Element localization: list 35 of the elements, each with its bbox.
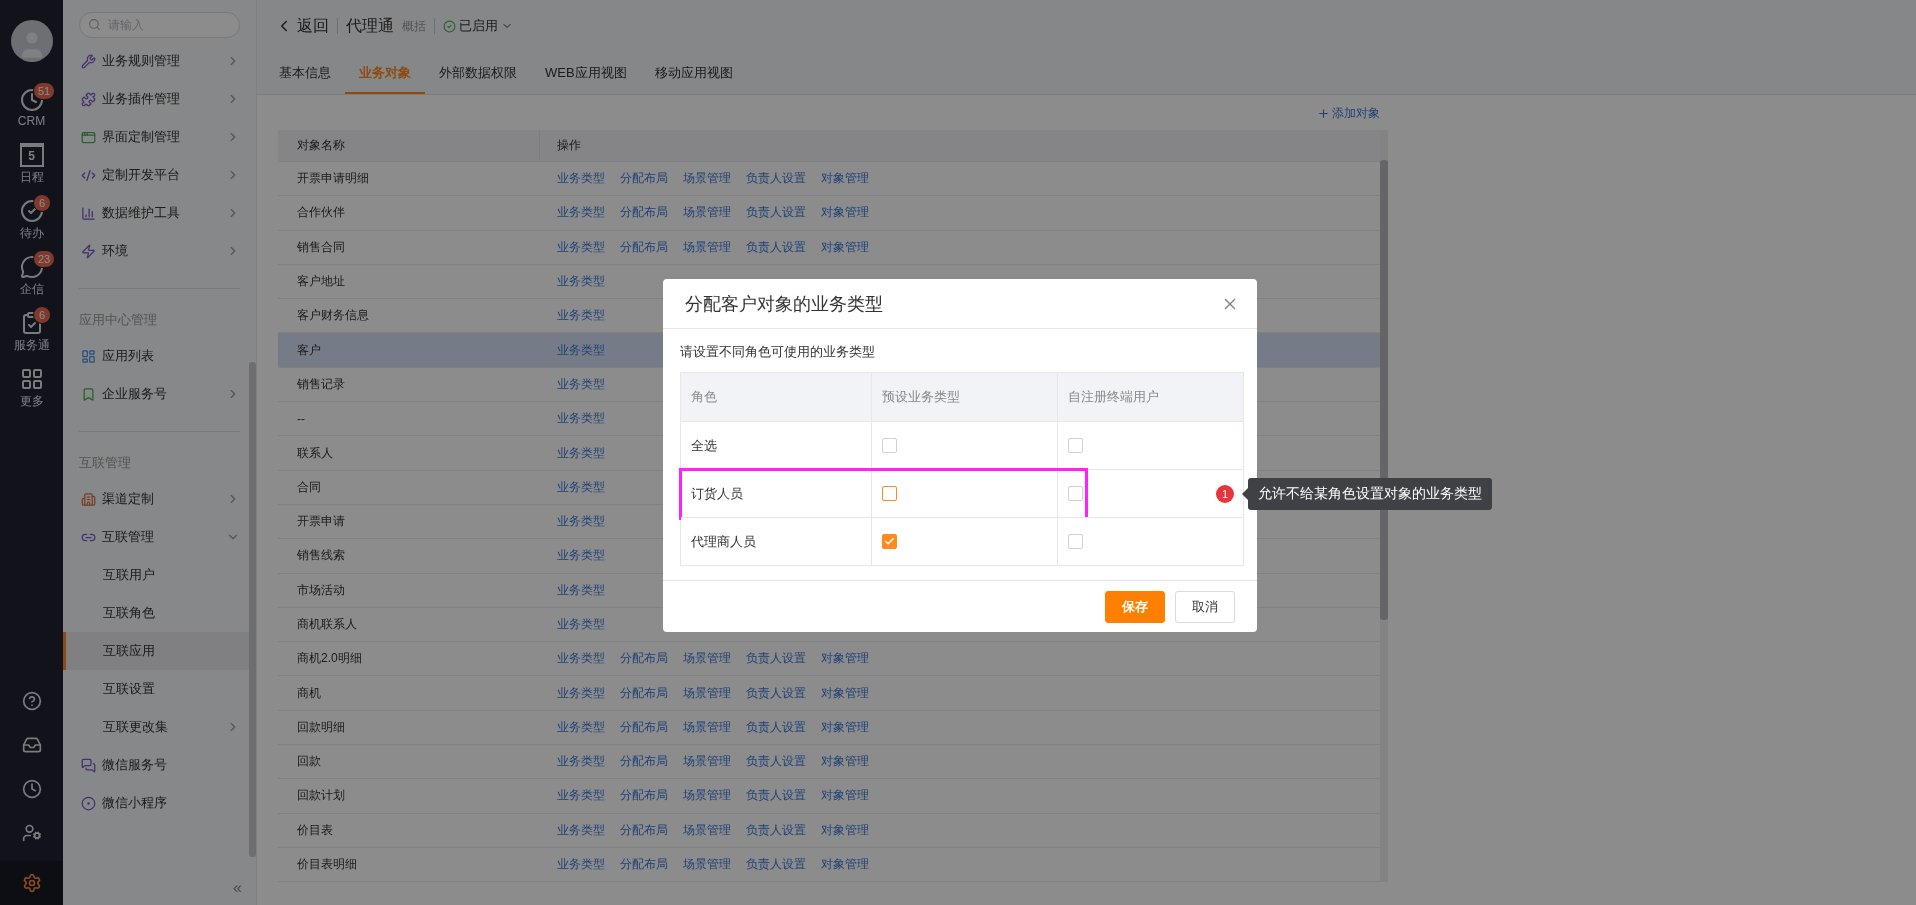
- table-cell-text: 价目表明细: [296, 856, 358, 874]
- page-title: 代理通: [346, 15, 394, 36]
- table-cell-text: 合作伙伴: [296, 204, 346, 222]
- table-cell-text: 销售记录: [296, 375, 346, 393]
- table-cell-text: 全选: [690, 436, 718, 455]
- table-cell-text: 市场活动: [296, 581, 346, 599]
- table-cell-text: 商机: [296, 684, 322, 702]
- table-cell-text: 商机2.0明细: [296, 650, 363, 668]
- column-header: 操作: [556, 137, 582, 154]
- table-cell-text: 客户财务信息: [296, 307, 370, 325]
- table-cell-text: 开票申请: [296, 513, 346, 531]
- table-cell-text: 商机联系人: [296, 616, 358, 633]
- count-badge: 51: [33, 82, 56, 100]
- table-cell-text: 联系人: [296, 444, 334, 462]
- table-cell-text: 开票申请明细: [296, 170, 370, 188]
- column-header: 角色: [690, 388, 718, 406]
- table-cell-text: 客户地址: [296, 273, 346, 291]
- table-cell-text: 合同: [296, 478, 322, 496]
- calendar-icon: 5: [19, 142, 44, 167]
- table-cell-text: 销售线索: [296, 547, 346, 565]
- count-badge: 23: [33, 250, 56, 268]
- table-cell-text: 回款明细: [296, 718, 346, 736]
- count-badge: 6: [33, 306, 51, 324]
- table-cell-text: 价目表: [296, 821, 334, 839]
- table-cell-text: 代理商人员: [690, 532, 757, 551]
- count-badge: 6: [33, 194, 51, 212]
- column-header: 对象名称: [278, 130, 540, 161]
- table-cell-text: --: [296, 410, 306, 428]
- table-cell-text: 回款: [296, 753, 322, 771]
- table-cell-text: 客户: [296, 341, 322, 359]
- tooltip: 允许不给某角色设置对象的业务类型: [1248, 478, 1492, 510]
- table-cell-text: 订货人员: [690, 484, 744, 503]
- dialog-hint: 请设置不同角色可使用的业务类型: [680, 343, 876, 361]
- table-cell-text: 销售合同: [296, 238, 346, 256]
- table-cell-text: 回款计划: [296, 787, 346, 805]
